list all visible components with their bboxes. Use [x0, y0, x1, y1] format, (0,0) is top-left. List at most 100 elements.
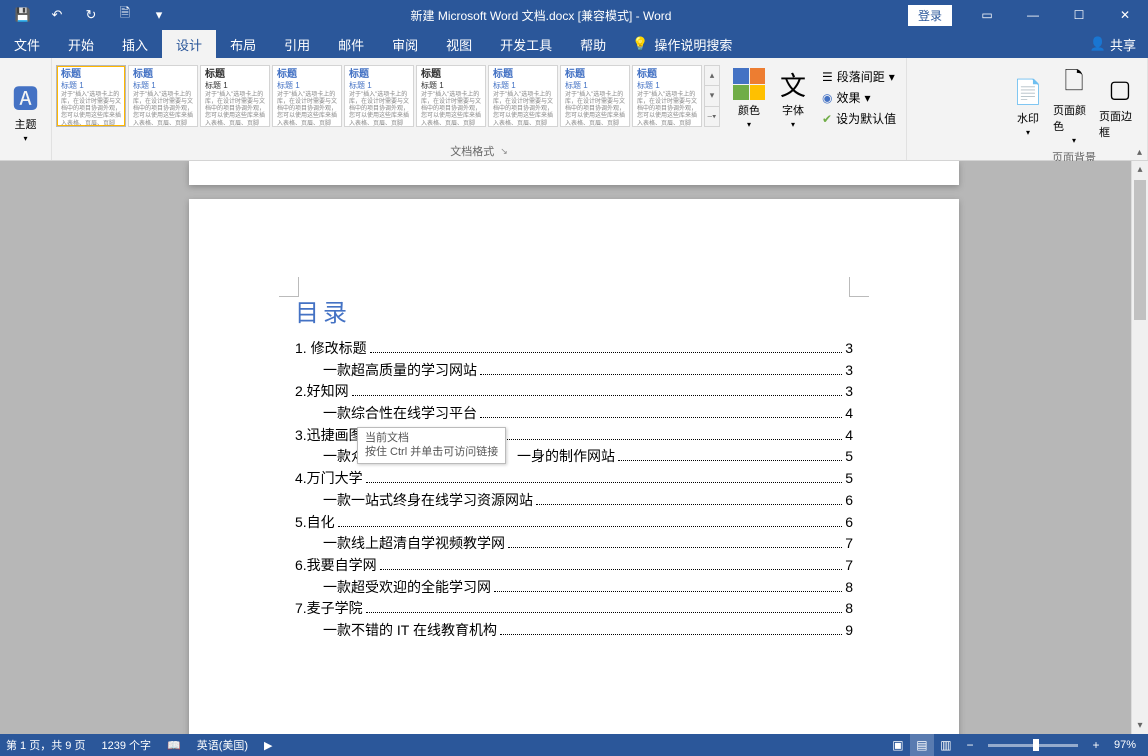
doc-format-group-label: 文档格式 ↘	[52, 142, 906, 160]
hyperlink-tooltip: 当前文档按住 Ctrl 并单击可访问链接	[357, 427, 506, 465]
scroll-down[interactable]: ▾	[1132, 717, 1148, 734]
toc-entry[interactable]: 一款一站式终身在线学习资源网站6	[295, 490, 853, 512]
toc-entry[interactable]: 一款超受欢迎的全能学习网8	[295, 577, 853, 599]
style-thumb[interactable]: 标题标题 1对于"插入"选项卡上的库，在设计时需要与文档中的项目协调外观，您可以…	[488, 65, 558, 127]
tab-help[interactable]: 帮助	[566, 30, 620, 58]
zoom-out[interactable]: −	[958, 734, 982, 756]
share-icon: 👤	[1090, 36, 1106, 52]
gallery-scroll: ▴ ▾ ⎯▾	[704, 65, 720, 127]
tab-layout[interactable]: 布局	[216, 30, 270, 58]
status-proofing-icon[interactable]: 📖	[167, 739, 181, 752]
gallery-more[interactable]: ⎯▾	[705, 107, 719, 126]
page-color-icon: 🗋	[1064, 64, 1083, 105]
toc-text: 5.自化	[295, 512, 335, 534]
toc-page: 4	[845, 403, 853, 425]
save-button[interactable]: 💾	[8, 3, 38, 27]
view-read-mode[interactable]: ▣	[886, 734, 910, 756]
ribbon-group-themes: 🅰 主题 ▾	[0, 58, 52, 160]
toc-entry[interactable]: 7.麦子学院8	[295, 598, 853, 620]
fonts-button[interactable]: 文 字体 ▾	[772, 62, 814, 133]
style-thumb[interactable]: 标题标题 1对于"插入"选项卡上的库，在设计时需要与文档中的项目协调外观，您可以…	[272, 65, 342, 127]
toc-entry[interactable]: 2.好知网3	[295, 381, 853, 403]
colors-button[interactable]: 颜色 ▾	[728, 62, 770, 133]
zoom-in[interactable]: +	[1084, 734, 1108, 756]
style-thumb[interactable]: 标题标题 1对于"插入"选项卡上的库，在设计时需要与文档中的项目协调外观，您可以…	[632, 65, 702, 127]
collapse-ribbon-button[interactable]: ▴	[1137, 147, 1142, 158]
tab-references[interactable]: 引用	[270, 30, 324, 58]
view-print-layout[interactable]: ▤	[910, 734, 934, 756]
style-gallery: 标题标题 1对于"插入"选项卡上的库，在设计时需要与文档中的项目协调外观，您可以…	[56, 65, 702, 133]
redo-icon: ↻	[86, 7, 97, 23]
tab-view[interactable]: 视图	[432, 30, 486, 58]
check-icon: ✔	[822, 112, 832, 126]
tab-file[interactable]: 文件	[0, 30, 54, 58]
maximize-icon: ☐	[1074, 8, 1085, 22]
status-macro-icon[interactable]: ▶	[264, 739, 272, 752]
watermark-button[interactable]: 📄 水印 ▾	[1007, 70, 1049, 137]
themes-button[interactable]: 🅰 主题 ▾	[6, 76, 45, 143]
scroll-up[interactable]: ▴	[1132, 161, 1148, 178]
chevron-down-icon: ▾	[747, 120, 751, 129]
tab-developer[interactable]: 开发工具	[486, 30, 566, 58]
style-thumb[interactable]: 标题标题 1对于"插入"选项卡上的库，在设计时需要与文档中的项目协调外观，您可以…	[128, 65, 198, 127]
toc-entry[interactable]: 5.自化 6	[295, 512, 853, 534]
tab-mailings[interactable]: 邮件	[324, 30, 378, 58]
vertical-scrollbar[interactable]: ▴ ▾	[1131, 161, 1148, 734]
quick-access-toolbar: 💾 ↶ ↻ 🗎 ▾	[0, 3, 174, 27]
view-web-layout[interactable]: ▥	[934, 734, 958, 756]
toc-text: 一款线上超清自学视频教学网	[323, 533, 505, 555]
page-color-button[interactable]: 🗋 页面颜色 ▾	[1053, 62, 1095, 145]
close-button[interactable]: ✕	[1102, 0, 1148, 30]
qat-btn[interactable]: 🗎	[110, 3, 140, 27]
maximize-button[interactable]: ☐	[1056, 0, 1102, 30]
gallery-up[interactable]: ▴	[705, 66, 719, 86]
document-area[interactable]: 目录 1. 修改标题3一款超高质量的学习网站32.好知网3一款综合性在线学习平台…	[0, 161, 1148, 734]
page-borders-button[interactable]: ▢ 页面边框	[1099, 68, 1141, 140]
undo-button[interactable]: ↶	[42, 3, 72, 27]
login-button[interactable]: 登录	[908, 5, 952, 26]
style-thumb[interactable]: 标题标题 1对于"插入"选项卡上的库，在设计时需要与文档中的项目协调外观，您可以…	[56, 65, 126, 127]
dialog-launcher[interactable]: ↘	[500, 146, 508, 157]
toc-page: 9	[845, 620, 853, 642]
style-thumb[interactable]: 标题标题 1对于"插入"选项卡上的库，在设计时需要与文档中的项目协调外观，您可以…	[200, 65, 270, 127]
themes-icon: 🅰	[12, 79, 38, 116]
qat-customize[interactable]: ▾	[144, 3, 174, 27]
toc-heading: 目录	[295, 293, 853, 328]
style-thumb[interactable]: 标题标题 1对于"插入"选项卡上的库，在设计时需要与文档中的项目协调外观，您可以…	[416, 65, 486, 127]
tab-review[interactable]: 审阅	[378, 30, 432, 58]
toc-entry[interactable]: 一款不错的 IT 在线教育机构9	[295, 620, 853, 642]
tell-me-search[interactable]: 💡 操作说明搜索	[620, 30, 744, 58]
status-page[interactable]: 第 1 页，共 9 页	[6, 737, 85, 753]
status-wordcount[interactable]: 1239 个字	[101, 737, 151, 753]
scroll-thumb[interactable]	[1134, 180, 1146, 320]
toc-page: 6	[845, 490, 853, 512]
toc-entry[interactable]: 一款超高质量的学习网站3	[295, 360, 853, 382]
tab-insert[interactable]: 插入	[108, 30, 162, 58]
minimize-button[interactable]: —	[1010, 0, 1056, 30]
toc-entry[interactable]: 6.我要自学网7	[295, 555, 853, 577]
close-icon: ✕	[1120, 8, 1130, 22]
scroll-track[interactable]	[1132, 178, 1148, 717]
style-thumb[interactable]: 标题标题 1对于"插入"选项卡上的库，在设计时需要与文档中的项目协调外观，您可以…	[344, 65, 414, 127]
effects-button[interactable]: ◉ 效果▾	[820, 88, 898, 107]
status-language[interactable]: 英语(美国)	[197, 737, 248, 753]
toc-page: 6	[845, 512, 853, 534]
redo-button[interactable]: ↻	[76, 3, 106, 27]
toc-entry[interactable]: 1. 修改标题3	[295, 338, 853, 360]
toc-page: 3	[845, 338, 853, 360]
window-controls: 登录 ▭ — ☐ ✕	[908, 0, 1148, 30]
toc-entry[interactable]: 一款综合性在线学习平台4	[295, 403, 853, 425]
zoom-value[interactable]: 97%	[1114, 739, 1136, 751]
share-button[interactable]: 👤 共享	[1078, 30, 1148, 58]
gallery-down[interactable]: ▾	[705, 86, 719, 106]
style-thumb[interactable]: 标题标题 1对于"插入"选项卡上的库，在设计时需要与文档中的项目协调外观，您可以…	[560, 65, 630, 127]
toc-entry[interactable]: 一款线上超清自学视频教学网7	[295, 533, 853, 555]
para-spacing-button[interactable]: ☰ 段落间距▾	[820, 67, 898, 86]
tab-design[interactable]: 设计	[162, 30, 216, 58]
tab-home[interactable]: 开始	[54, 30, 108, 58]
ribbon-display-options[interactable]: ▭	[964, 0, 1010, 30]
set-default-button[interactable]: ✔ 设为默认值	[820, 109, 898, 128]
zoom-slider[interactable]	[988, 744, 1078, 747]
toc-text: 7.麦子学院	[295, 598, 363, 620]
toc-entry[interactable]: 4.万门大学5	[295, 468, 853, 490]
